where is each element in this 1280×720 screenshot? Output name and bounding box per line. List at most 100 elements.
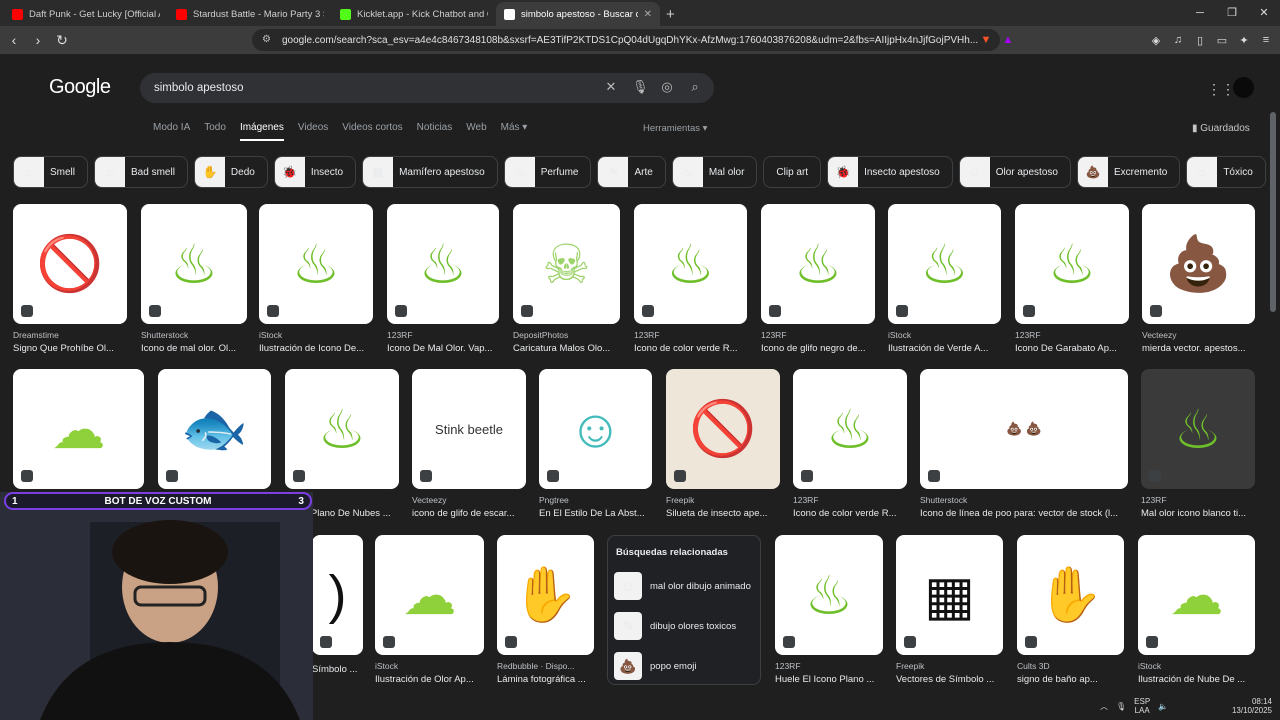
search-input[interactable]: simbolo apestoso ✕ 🎙 ◎ ⌕	[140, 73, 714, 103]
result-source[interactable]: Freepik	[896, 661, 1003, 671]
result-thumbnail[interactable]: ♨	[387, 204, 499, 324]
result-caption[interactable]: icono de glifo de escar...	[412, 508, 526, 519]
tab-todo[interactable]: Todo	[204, 122, 226, 141]
image-result[interactable]: 🚫 Dreamstime Signo Que Prohíbe Ol...	[13, 204, 127, 354]
mic-icon[interactable]: 🎙	[632, 79, 649, 95]
avatar[interactable]	[1233, 77, 1254, 98]
tab-imagenes[interactable]: Imágenes	[239, 122, 284, 141]
result-thumbnail[interactable]: ♨	[141, 204, 247, 324]
image-result[interactable]: Stink beetle Vecteezy icono de glifo de es…	[412, 369, 526, 519]
result-thumbnail[interactable]: ♨	[1141, 369, 1255, 489]
sidebar-icon[interactable]: ▯	[1192, 34, 1208, 47]
result-thumbnail[interactable]: ♨	[793, 369, 907, 489]
forward-icon[interactable]: ›	[28, 32, 48, 48]
clear-icon[interactable]: ✕	[604, 79, 618, 95]
result-caption[interactable]: Lámina fotográfica ...	[497, 674, 594, 685]
result-thumbnail[interactable]: 💩 💩	[920, 369, 1128, 489]
result-caption[interactable]: Ilustración de Icono De...	[259, 343, 373, 354]
mic-tray-icon[interactable]: 🎙	[1116, 702, 1126, 711]
result-thumbnail[interactable]: 🐟	[158, 369, 271, 489]
result-source[interactable]: 123RF	[775, 661, 883, 671]
tab-videos[interactable]: Videos	[298, 122, 328, 141]
result-thumbnail[interactable]: 🚫	[666, 369, 780, 489]
result-source[interactable]: Dreamstime	[13, 330, 127, 340]
google-logo[interactable]: Google	[49, 76, 111, 99]
result-source[interactable]: 123RF	[634, 330, 747, 340]
result-caption[interactable]: Icono de color verde R...	[634, 343, 747, 354]
result-source[interactable]: Shutterstock	[920, 495, 1128, 505]
result-thumbnail[interactable]: ✋	[497, 535, 594, 655]
chip-11[interactable]: 💩 Excremento	[1076, 156, 1181, 188]
tab-1[interactable]: Stardust Battle - Mario Party 3 Sound	[168, 2, 332, 26]
result-source[interactable]: Cults 3D	[1017, 661, 1124, 671]
image-result[interactable]: ☁ iStock Ilustración de Olor Ap...	[375, 535, 484, 685]
image-result[interactable]: ♨ 123RF Mal olor icono blanco ti...	[1141, 369, 1255, 519]
chip-9[interactable]: 🐞 Insecto apestoso	[827, 156, 953, 188]
rewards-icon[interactable]: ▲	[1000, 34, 1016, 46]
result-thumbnail[interactable]: 💩	[1142, 204, 1255, 324]
result-source[interactable]: 123RF	[1015, 330, 1129, 340]
address-bar[interactable]: ⚙ google.com/search?sca_esv=a4e4c8467348…	[252, 29, 1000, 51]
image-result[interactable]: ♨ 123RF Icono De Mal Olor. Vap...	[387, 204, 499, 354]
result-thumbnail[interactable]: )	[312, 535, 363, 655]
clock-time[interactable]: 08:14	[1252, 697, 1272, 706]
image-result[interactable]: ♨ Shutterstock Icono de mal olor. Ol...	[141, 204, 247, 354]
result-source[interactable]: iStock	[888, 330, 1001, 340]
result-thumbnail[interactable]: ☺	[539, 369, 652, 489]
result-source[interactable]: 123RF	[793, 495, 907, 505]
result-source[interactable]: iStock	[259, 330, 373, 340]
image-result[interactable]: ✋ Redbubble · Dispo... Lámina fotográfica …	[497, 535, 594, 685]
result-thumbnail[interactable]: ☁	[13, 369, 144, 489]
result-thumbnail[interactable]: ☁	[375, 535, 484, 655]
result-thumbnail[interactable]: ♨	[775, 535, 883, 655]
result-caption[interactable]: Ilustración de Olor Ap...	[375, 674, 484, 685]
image-result[interactable]: 🐟Apestoso Pez Icono N...	[158, 369, 271, 509]
result-source[interactable]: 123RF	[1141, 495, 1255, 505]
related-item[interactable]: ✎ dibujo olores toxicos	[608, 606, 760, 646]
lang-code[interactable]: ESP	[1134, 697, 1150, 706]
chip-7[interactable]: ♨ Mal olor	[671, 156, 758, 188]
result-source[interactable]: Shutterstock	[141, 330, 247, 340]
chip-1[interactable]: ♨ Bad smell	[94, 156, 188, 188]
result-thumbnail[interactable]: ▦	[896, 535, 1003, 655]
extensions-icon[interactable]: ◈	[1148, 34, 1164, 47]
result-source[interactable]: iStock	[375, 661, 484, 671]
saved-button[interactable]: ▮ Guardados	[1192, 123, 1250, 134]
tools-button[interactable]: Herramientas ▾	[643, 123, 707, 134]
result-source[interactable]: DepositPhotos	[513, 330, 620, 340]
result-caption[interactable]: Icono de mal olor. Ol...	[141, 343, 247, 354]
result-source[interactable]: Vecteezy	[1142, 330, 1255, 340]
tab-noticias[interactable]: Noticias	[417, 122, 453, 141]
result-source[interactable]: 123RF	[761, 330, 875, 340]
minimize-icon[interactable]: ─	[1184, 0, 1216, 26]
image-result[interactable]: ☺ Pngtree En El Estilo De La Abst...	[539, 369, 652, 519]
reload-icon[interactable]: ↻	[52, 32, 72, 49]
back-icon[interactable]: ‹	[4, 32, 24, 48]
tab-mas[interactable]: Más ▾	[501, 122, 528, 141]
result-caption[interactable]: En El Estilo De La Abst...	[539, 508, 652, 519]
result-thumbnail[interactable]: ♨	[259, 204, 373, 324]
result-caption[interactable]: Caricatura Malos Olo...	[513, 343, 620, 354]
result-caption[interactable]: Mal olor icono blanco ti...	[1141, 508, 1255, 519]
result-caption[interactable]: Icono de glifo negro de...	[761, 343, 875, 354]
chip-2[interactable]: ✋ Dedo	[193, 156, 268, 188]
result-thumbnail[interactable]: ☁	[1138, 535, 1255, 655]
image-result[interactable]: ☠ DepositPhotos Caricatura Malos Olo...	[513, 204, 620, 354]
media-icon[interactable]: ♫	[1170, 34, 1186, 46]
related-item[interactable]: 💩 popo emoji	[608, 646, 760, 686]
result-thumbnail[interactable]: ♨	[285, 369, 399, 489]
chip-12[interactable]: ♨ Tóxico	[1186, 156, 1266, 188]
tab-3[interactable]: simbolo apestoso - Buscar con G ✕	[496, 2, 660, 26]
result-caption[interactable]: signo de baño ap...	[1017, 674, 1124, 685]
result-thumbnail[interactable]: ♨	[1015, 204, 1129, 324]
image-result[interactable]: ✋ Cults 3D signo de baño ap...	[1017, 535, 1124, 685]
result-caption[interactable]: Icono De Mal Olor. Vap...	[387, 343, 499, 354]
speaker-icon[interactable]: 🔈	[1158, 702, 1168, 711]
image-result[interactable]: 🚫 Freepik Silueta de insecto ape...	[666, 369, 780, 519]
result-thumbnail[interactable]: 🚫	[13, 204, 127, 324]
wallet-icon[interactable]: ▭	[1214, 34, 1230, 47]
close-window-icon[interactable]: ✕	[1248, 0, 1280, 26]
lens-icon[interactable]: ◎	[660, 79, 674, 95]
tab-0[interactable]: Daft Punk - Get Lucky [Official Au	[4, 2, 168, 26]
result-source[interactable]: Freepik	[666, 495, 780, 505]
